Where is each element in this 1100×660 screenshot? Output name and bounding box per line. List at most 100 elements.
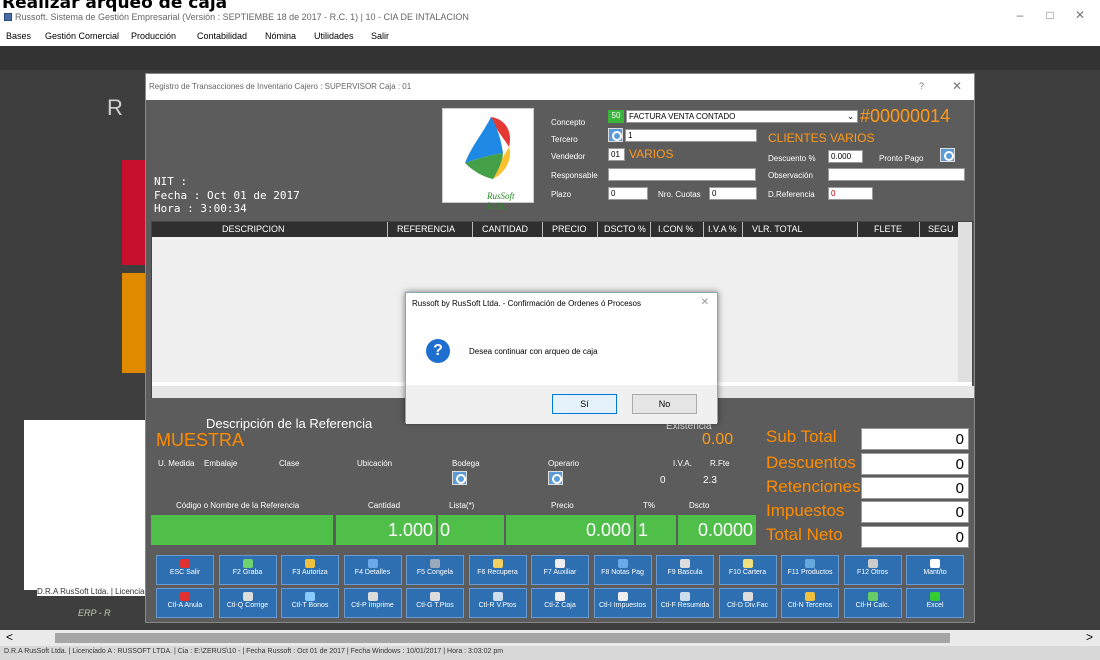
cuotas-input[interactable]: 0 bbox=[709, 187, 757, 200]
print-icon bbox=[367, 592, 378, 601]
bodega-label: Bodega bbox=[452, 459, 480, 468]
f7-auxiliar-button[interactable]: F7 Auxiliar bbox=[531, 555, 589, 585]
maximize-button[interactable]: □ bbox=[1040, 8, 1060, 22]
esc-salir-button[interactable]: ESC Salir bbox=[156, 555, 214, 585]
f10-cartera-button[interactable]: F10 Cartera bbox=[718, 555, 777, 585]
button-label: F4 Detalles bbox=[354, 569, 391, 576]
medida-label: U. Medida bbox=[158, 459, 195, 468]
f2-graba-button[interactable]: F2 Graba bbox=[218, 555, 277, 585]
responsable-input[interactable] bbox=[608, 168, 756, 181]
excel-button[interactable]: Excel bbox=[906, 588, 964, 618]
menu-contabilidad[interactable]: Contabilidad bbox=[197, 31, 247, 41]
dialog-title: Registro de Transacciones de Inventario … bbox=[149, 82, 412, 91]
close-window-button[interactable]: ✕ bbox=[1070, 8, 1090, 22]
ctl-f-resumida-button[interactable]: Ctl-F Resumida bbox=[656, 588, 714, 618]
dscto-input[interactable]: 0.0000 bbox=[678, 515, 756, 545]
descuento-input[interactable]: 0.000 bbox=[828, 150, 863, 163]
ctl-q-corrige-button[interactable]: Ctl-Q Corrige bbox=[218, 588, 277, 618]
col-iva[interactable]: I.V.A % bbox=[708, 224, 737, 234]
f5-congela-button[interactable]: F5 Congela bbox=[406, 555, 464, 585]
vendedor-name: VARIOS bbox=[629, 147, 674, 161]
menu-gestion-comercial[interactable]: Gestión Comercial bbox=[45, 31, 119, 41]
col-segu[interactable]: SEGU bbox=[928, 224, 954, 234]
ctl-g-t-ptos-button[interactable]: Ctl-G T.Ptos bbox=[406, 588, 464, 618]
minimize-button[interactable]: – bbox=[1010, 8, 1030, 22]
ctl-t-bonos-button[interactable]: Ctl-T Bonos bbox=[281, 588, 339, 618]
document-icon bbox=[555, 559, 565, 568]
col-flete[interactable]: FLETE bbox=[874, 224, 902, 234]
button-label: Ctl-P Imprime bbox=[351, 602, 394, 609]
menu-salir[interactable]: Salir bbox=[371, 31, 389, 41]
concepto-code[interactable]: 50 bbox=[608, 110, 624, 123]
no-button[interactable]: No bbox=[632, 394, 697, 414]
lista-input[interactable]: 0 bbox=[438, 515, 504, 545]
tercero-input[interactable]: 1 bbox=[625, 129, 757, 142]
pronto-pago-search-icon[interactable] bbox=[940, 148, 955, 162]
grid-column-separator bbox=[650, 222, 651, 237]
ctl-d-div-fac-button[interactable]: Ctl-D Div.Fac bbox=[718, 588, 777, 618]
col-referencia[interactable]: REFERENCIA bbox=[397, 224, 455, 234]
codigo-input[interactable] bbox=[151, 515, 333, 545]
dreferencia-input[interactable]: 0 bbox=[828, 187, 873, 200]
button-label: Ctl-R V.Ptos bbox=[478, 602, 517, 609]
button-label: F9 Bascula bbox=[667, 569, 703, 576]
precio-input[interactable]: 0.000 bbox=[506, 515, 634, 545]
ctl-z-caja-button[interactable]: Ctl-Z Caja bbox=[531, 588, 589, 618]
col-descripcion[interactable]: DESCRIPCION bbox=[222, 224, 285, 234]
t-input[interactable]: 1 bbox=[636, 515, 676, 545]
help-button[interactable]: ? bbox=[919, 81, 924, 91]
concepto-select[interactable]: FACTURA VENTA CONTADO ⌄ bbox=[626, 110, 858, 123]
menu-produccion[interactable]: Producción bbox=[131, 31, 176, 41]
background-logo-text: R bbox=[107, 95, 123, 120]
dreferencia-label: D.Referencia bbox=[768, 190, 815, 199]
responsable-label: Responsable bbox=[551, 171, 598, 180]
tercero-search-icon[interactable] bbox=[608, 128, 623, 142]
f4-detalles-button[interactable]: F4 Detalles bbox=[343, 555, 402, 585]
ctl-n-terceros-button[interactable]: Ctl-N Terceros bbox=[781, 588, 839, 618]
cantidad-label: Cantidad bbox=[368, 501, 401, 510]
bodega-search-icon[interactable] bbox=[452, 471, 467, 485]
f11-productos-button[interactable]: F11 Productos bbox=[781, 555, 839, 585]
col-cantidad[interactable]: CANTIDAD bbox=[482, 224, 528, 234]
scroll-right-icon[interactable]: > bbox=[1086, 630, 1093, 644]
observacion-input[interactable] bbox=[828, 168, 965, 181]
menu-nomina[interactable]: Nómina bbox=[265, 31, 296, 41]
ctl-i-impuestos-button[interactable]: Ctl-I Impuestos bbox=[593, 588, 652, 618]
mant-to-button[interactable]: Mant/to bbox=[906, 555, 964, 585]
confirmation-close-icon[interactable]: ✕ bbox=[701, 297, 709, 308]
fecha-label: Fecha : Oct 01 de 2017 bbox=[154, 189, 300, 202]
scrollbar-thumb[interactable] bbox=[55, 633, 950, 643]
button-label: Ctl-I Impuestos bbox=[598, 602, 647, 609]
ctl-r-v-ptos-button[interactable]: Ctl-R V.Ptos bbox=[468, 588, 527, 618]
f6-recupera-button[interactable]: F6 Recupera bbox=[468, 555, 527, 585]
hora-label: Hora : 3:00:34 bbox=[154, 202, 247, 215]
ctl-a-anula-button[interactable]: Ctl-A Anula bbox=[156, 588, 214, 618]
window-horizontal-scrollbar[interactable]: < > bbox=[0, 630, 1100, 646]
operario-search-icon[interactable] bbox=[548, 471, 563, 485]
col-dscto[interactable]: DSCTO % bbox=[604, 224, 646, 234]
plazo-input[interactable]: 0 bbox=[608, 187, 648, 200]
ctl-h-calc-button[interactable]: Ctl-H Calc. bbox=[843, 588, 902, 618]
descuentos-value: 0 bbox=[861, 453, 969, 475]
vendedor-code[interactable]: 01 bbox=[608, 148, 625, 161]
f3-autoriza-button[interactable]: F3 Autoriza bbox=[281, 555, 339, 585]
scroll-left-icon[interactable]: < bbox=[6, 630, 13, 644]
logo-caption: RusSoft Ltda. bbox=[487, 191, 515, 211]
menu-utilidades[interactable]: Utilidades bbox=[314, 31, 354, 41]
yes-button[interactable]: Sí bbox=[552, 394, 617, 414]
dialog-close-button[interactable]: ✕ bbox=[952, 79, 962, 93]
grid-column-separator bbox=[472, 222, 473, 237]
f12-otros-button[interactable]: F12 Otros bbox=[843, 555, 902, 585]
grid-vertical-scrollbar[interactable] bbox=[958, 222, 972, 382]
cantidad-input[interactable]: 1.000 bbox=[336, 515, 436, 545]
rfte-value: 2.3 bbox=[703, 475, 717, 486]
col-icon[interactable]: I.CON % bbox=[658, 224, 694, 234]
col-precio[interactable]: PRECIO bbox=[552, 224, 587, 234]
f9-bascula-button[interactable]: F9 Bascula bbox=[656, 555, 714, 585]
f8-notas-pag-button[interactable]: F8 Notas Pag bbox=[593, 555, 652, 585]
page-title: Realizar arqueo de caja bbox=[2, 0, 228, 13]
menu-bases[interactable]: Bases bbox=[6, 31, 31, 41]
col-vlr-total[interactable]: VLR. TOTAL bbox=[752, 224, 803, 234]
button-label: Excel bbox=[926, 602, 944, 609]
ctl-p-imprime-button[interactable]: Ctl-P Imprime bbox=[343, 588, 402, 618]
